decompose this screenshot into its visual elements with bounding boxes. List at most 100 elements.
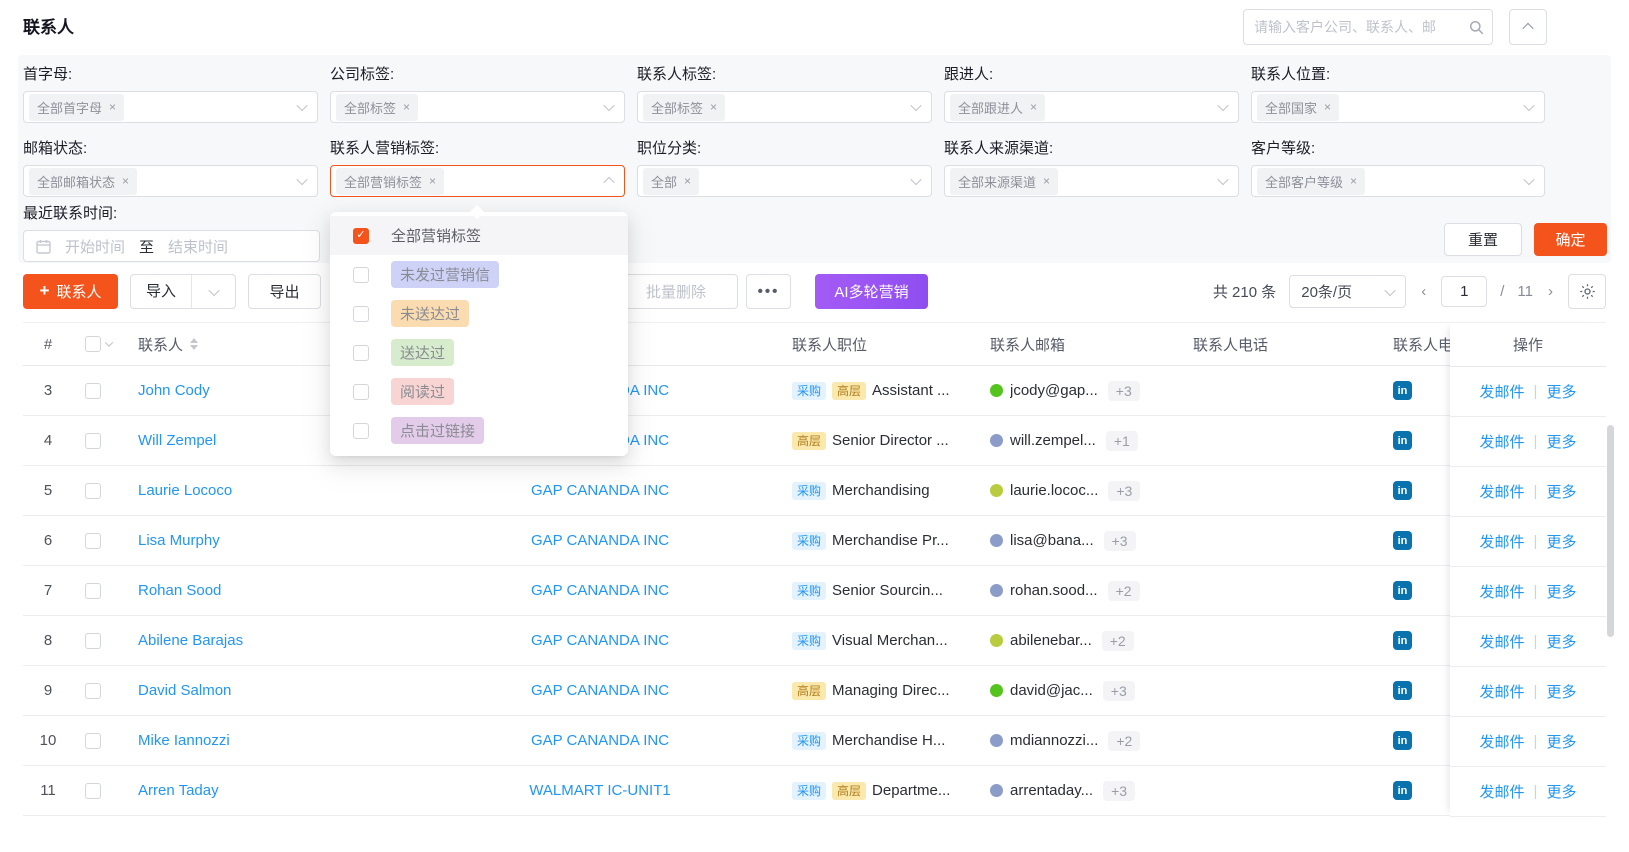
more-link[interactable]: 更多 [1546,381,1576,402]
filter-select[interactable]: 全部来源渠道× [944,165,1239,197]
page-size-select[interactable]: 20条/页 [1289,275,1406,308]
filter-select[interactable]: 全部国家× [1251,91,1545,123]
import-dropdown-toggle[interactable] [192,288,235,296]
send-email-link[interactable]: 发邮件 [1480,431,1525,452]
more-link[interactable]: 更多 [1546,531,1576,552]
contact-name-link[interactable]: Rohan Sood [138,582,221,599]
filter-select[interactable]: 全部标签× [330,91,625,123]
contact-name-link[interactable]: David Salmon [138,682,231,699]
confirm-button[interactable]: 确定 [1534,223,1607,256]
marketing-option[interactable]: 未发过营销信 [330,255,628,294]
send-email-link[interactable]: 发邮件 [1480,581,1525,602]
filter-select[interactable]: 全部客户等级× [1251,165,1545,197]
row-checkbox[interactable] [85,383,101,399]
row-checkbox[interactable] [85,783,101,799]
row-checkbox[interactable] [85,583,101,599]
remove-tag-icon[interactable]: × [429,174,436,188]
select-menu-chevron-icon[interactable] [105,338,113,346]
company-link[interactable]: GAP CANANDA INC [531,732,669,749]
contact-name-link[interactable]: Abilene Barajas [138,632,243,649]
row-checkbox[interactable] [85,483,101,499]
linkedin-icon[interactable]: in [1393,481,1412,500]
contact-name-link[interactable]: Arren Taday [138,782,219,799]
send-email-link[interactable]: 发邮件 [1480,481,1525,502]
vertical-scrollbar-thumb[interactable] [1607,425,1614,637]
sort-icon[interactable] [190,338,198,350]
checkbox[interactable] [353,384,369,400]
export-button[interactable]: 导出 [248,274,321,309]
send-email-link[interactable]: 发邮件 [1480,531,1525,552]
marketing-option[interactable]: 阅读过 [330,372,628,411]
send-email-link[interactable]: 发邮件 [1480,381,1525,402]
more-link[interactable]: 更多 [1546,631,1576,652]
company-link[interactable]: GAP CANANDA INC [531,682,669,699]
checkbox[interactable] [353,306,369,322]
global-search[interactable] [1243,9,1493,45]
end-time-placeholder[interactable]: 结束时间 [168,236,228,257]
filter-select[interactable]: 全部标签× [637,91,932,123]
more-link[interactable]: 更多 [1546,581,1576,602]
checkbox[interactable] [353,345,369,361]
linkedin-icon[interactable]: in [1393,631,1412,650]
remove-tag-icon[interactable]: × [1350,174,1357,188]
row-checkbox[interactable] [85,733,101,749]
checkbox[interactable]: ✓ [353,228,369,244]
remove-tag-icon[interactable]: × [1324,100,1331,114]
select-all-checkbox[interactable] [85,336,101,352]
reset-button[interactable]: 重置 [1444,223,1522,256]
company-link[interactable]: GAP CANANDA INC [531,582,669,599]
prev-page-button[interactable]: ‹ [1419,283,1428,300]
collapse-filters-button[interactable] [1509,9,1547,45]
marketing-option[interactable]: ✓ 全部营销标签 [330,216,628,255]
more-link[interactable]: 更多 [1546,781,1576,802]
contact-name-link[interactable]: Lisa Murphy [138,532,220,549]
more-actions-button[interactable]: ••• [746,274,791,309]
checkbox[interactable] [353,423,369,439]
import-button-label[interactable]: 导入 [131,275,192,308]
filter-select[interactable]: 全部营销标签× [330,165,625,197]
linkedin-icon[interactable]: in [1393,431,1412,450]
more-link[interactable]: 更多 [1546,681,1576,702]
remove-tag-icon[interactable]: × [122,174,129,188]
batch-delete-button[interactable]: 批量删除 [614,274,738,309]
company-link[interactable]: WALMART IC-UNIT1 [529,782,670,799]
start-time-placeholder[interactable]: 开始时间 [65,236,125,257]
linkedin-icon[interactable]: in [1393,531,1412,550]
remove-tag-icon[interactable]: × [684,174,691,188]
send-email-link[interactable]: 发邮件 [1480,631,1525,652]
remove-tag-icon[interactable]: × [1043,174,1050,188]
more-link[interactable]: 更多 [1546,431,1576,452]
table-settings-button[interactable] [1568,274,1606,309]
send-email-link[interactable]: 发邮件 [1480,781,1525,802]
current-page-input[interactable] [1441,276,1487,307]
contact-name-link[interactable]: Will Zempel [138,432,216,449]
marketing-option[interactable]: 送达过 [330,333,628,372]
contact-name-link[interactable]: Mike Iannozzi [138,732,230,749]
company-link[interactable]: GAP CANANDA INC [531,632,669,649]
remove-tag-icon[interactable]: × [1030,100,1037,114]
marketing-option[interactable]: 未送达过 [330,294,628,333]
filter-select[interactable]: 全部× [637,165,932,197]
checkbox[interactable] [353,267,369,283]
date-range-picker[interactable]: 开始时间 至 结束时间 [23,230,320,262]
contact-name-link[interactable]: John Cody [138,382,210,399]
send-email-link[interactable]: 发邮件 [1480,731,1525,752]
remove-tag-icon[interactable]: × [403,100,410,114]
company-link[interactable]: GAP CANANDA INC [531,482,669,499]
linkedin-icon[interactable]: in [1393,381,1412,400]
linkedin-icon[interactable]: in [1393,731,1412,750]
filter-select[interactable]: 全部邮箱状态× [23,165,318,197]
row-checkbox[interactable] [85,433,101,449]
remove-tag-icon[interactable]: × [109,100,116,114]
add-contact-button[interactable]: + 联系人 [23,274,118,309]
ai-marketing-button[interactable]: AI多轮营销 [815,274,928,309]
filter-select[interactable]: 全部跟进人× [944,91,1239,123]
row-checkbox[interactable] [85,633,101,649]
marketing-option[interactable]: 点击过链接 [330,411,628,450]
next-page-button[interactable]: › [1546,283,1555,300]
more-link[interactable]: 更多 [1546,731,1576,752]
filter-select[interactable]: 全部首字母× [23,91,318,123]
contact-name-link[interactable]: Laurie Lococo [138,482,232,499]
remove-tag-icon[interactable]: × [710,100,717,114]
linkedin-icon[interactable]: in [1393,581,1412,600]
